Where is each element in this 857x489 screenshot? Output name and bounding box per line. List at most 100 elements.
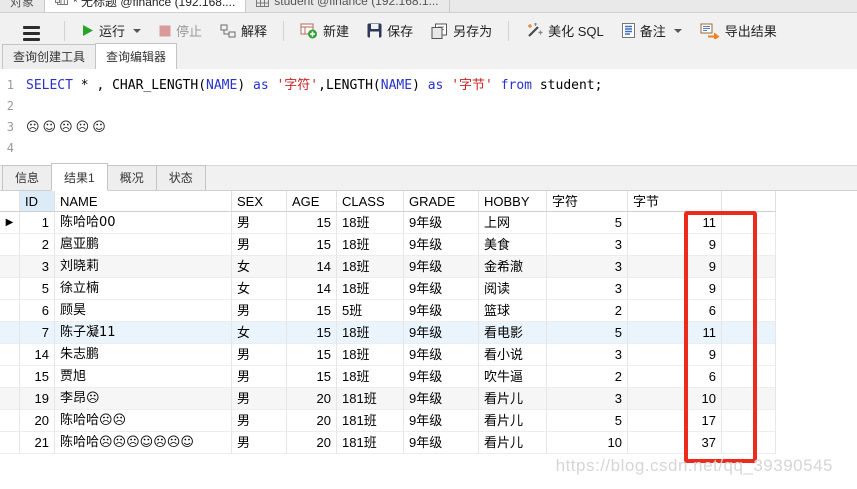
cell[interactable]: 9 xyxy=(628,344,722,366)
cell[interactable]: 美食 xyxy=(479,234,547,256)
cell[interactable]: 9年级 xyxy=(404,278,479,300)
cell[interactable]: 9年级 xyxy=(404,432,479,454)
cell[interactable]: 18班 xyxy=(337,278,404,300)
cell[interactable]: 金希澈 xyxy=(479,256,547,278)
toolbar-button-12[interactable]: 导出结果 xyxy=(693,18,784,43)
cell[interactable]: 徐立楠 xyxy=(55,278,232,300)
row-gutter[interactable] xyxy=(0,322,20,344)
cell[interactable]: 9 xyxy=(628,234,722,256)
cell[interactable]: 15 xyxy=(287,344,337,366)
cell[interactable]: 看片儿 xyxy=(479,388,547,410)
cell[interactable]: 11 xyxy=(628,322,722,344)
cell[interactable]: 10 xyxy=(547,432,628,454)
cell[interactable]: 9年级 xyxy=(404,300,479,322)
cell[interactable]: 篮球 xyxy=(479,300,547,322)
cell[interactable]: 14 xyxy=(20,344,55,366)
cell[interactable]: 9 xyxy=(628,278,722,300)
cell[interactable]: 贾旭 xyxy=(55,366,232,388)
column-header-5[interactable]: GRADE xyxy=(404,191,479,212)
cell[interactable]: 李昂☹ xyxy=(55,388,232,410)
cell[interactable]: 15 xyxy=(287,322,337,344)
cell[interactable]: 14 xyxy=(287,278,337,300)
cell[interactable]: 181班 xyxy=(337,432,404,454)
cell[interactable]: 15 xyxy=(287,300,337,322)
cell[interactable]: 3 xyxy=(20,256,55,278)
cell[interactable]: 阅读 xyxy=(479,278,547,300)
tab-editor-0[interactable]: 查询创建工具 xyxy=(2,44,97,69)
cell[interactable]: 20 xyxy=(287,410,337,432)
current-row-marker[interactable]: ▶ xyxy=(0,212,20,234)
cell[interactable]: 15 xyxy=(287,212,337,234)
cell[interactable]: 9年级 xyxy=(404,212,479,234)
toolbar-button-3[interactable]: 停止 xyxy=(152,18,209,43)
cell[interactable]: 18班 xyxy=(337,322,404,344)
tab-result-2[interactable]: 概况 xyxy=(106,165,157,190)
toolbar-button-6[interactable]: 新建 xyxy=(293,18,356,43)
cell[interactable]: 陈哈哈00 xyxy=(55,212,232,234)
row-gutter[interactable] xyxy=(0,234,20,256)
cell[interactable]: 陈哈哈☹☹ xyxy=(55,410,232,432)
cell[interactable]: 3 xyxy=(547,344,628,366)
cell[interactable]: 15 xyxy=(287,366,337,388)
cell[interactable]: 1 xyxy=(20,212,55,234)
cell[interactable]: 10 xyxy=(628,388,722,410)
cell[interactable]: 14 xyxy=(287,256,337,278)
cell[interactable]: 18班 xyxy=(337,344,404,366)
cell[interactable]: 看片儿 xyxy=(479,432,547,454)
cell[interactable]: 21 xyxy=(20,432,55,454)
cell[interactable]: 2 xyxy=(547,366,628,388)
cell[interactable]: 6 xyxy=(628,300,722,322)
toolbar-button-4[interactable]: 解释 xyxy=(213,18,274,43)
cell[interactable]: 9年级 xyxy=(404,322,479,344)
column-header-7[interactable]: 字符 xyxy=(547,191,628,212)
row-gutter[interactable] xyxy=(0,344,20,366)
cell[interactable]: 7 xyxy=(20,322,55,344)
cell[interactable]: 男 xyxy=(232,344,287,366)
window-tab-1[interactable]: * 无标题 @finance (192.168.... xyxy=(45,0,247,12)
cell[interactable]: 37 xyxy=(628,432,722,454)
cell[interactable]: 2 xyxy=(20,234,55,256)
dropdown-caret-icon[interactable] xyxy=(673,28,682,33)
sql-editor[interactable]: 1 SELECT * , CHAR_LENGTH(NAME) as '字符',LE… xyxy=(0,70,857,166)
cell[interactable]: 19 xyxy=(20,388,55,410)
toolbar-button-11[interactable]: 备注 xyxy=(615,18,689,43)
tab-result-0[interactable]: 信息 xyxy=(2,165,53,190)
row-gutter[interactable] xyxy=(0,432,20,454)
cell[interactable]: 看片儿 xyxy=(479,410,547,432)
cell[interactable]: 男 xyxy=(232,432,287,454)
cell[interactable]: 17 xyxy=(628,410,722,432)
cell[interactable]: 男 xyxy=(232,388,287,410)
cell[interactable]: 6 xyxy=(20,300,55,322)
cell[interactable]: 9年级 xyxy=(404,256,479,278)
cell[interactable]: 看小说 xyxy=(479,344,547,366)
cell[interactable]: 顾昊 xyxy=(55,300,232,322)
toolbar-button-8[interactable]: 另存为 xyxy=(424,18,499,43)
window-tab-0[interactable]: 对象 xyxy=(0,0,46,12)
cell[interactable]: 181班 xyxy=(337,410,404,432)
cell[interactable]: 男 xyxy=(232,300,287,322)
cell[interactable]: 20 xyxy=(287,388,337,410)
row-gutter[interactable] xyxy=(0,278,20,300)
cell[interactable]: 18班 xyxy=(337,256,404,278)
column-header-0[interactable]: ID xyxy=(20,191,55,212)
cell[interactable]: 朱志鹏 xyxy=(55,344,232,366)
cell[interactable]: 男 xyxy=(232,366,287,388)
tab-editor-1[interactable]: 查询编辑器 xyxy=(95,43,178,69)
cell[interactable]: 181班 xyxy=(337,388,404,410)
cell[interactable]: 男 xyxy=(232,212,287,234)
row-gutter[interactable] xyxy=(0,300,20,322)
cell[interactable]: 9年级 xyxy=(404,234,479,256)
cell[interactable]: 女 xyxy=(232,278,287,300)
cell[interactable]: 15 xyxy=(20,366,55,388)
cell[interactable]: 女 xyxy=(232,322,287,344)
cell[interactable]: 男 xyxy=(232,410,287,432)
row-gutter[interactable] xyxy=(0,388,20,410)
cell[interactable]: 看电影 xyxy=(479,322,547,344)
row-gutter[interactable] xyxy=(0,366,20,388)
row-gutter[interactable] xyxy=(0,256,20,278)
column-header-1[interactable]: NAME xyxy=(55,191,232,212)
cell[interactable]: 5班 xyxy=(337,300,404,322)
cell[interactable]: 11 xyxy=(628,212,722,234)
column-header-8[interactable]: 字节 xyxy=(628,191,722,212)
toolbar-menu-button[interactable] xyxy=(8,14,55,48)
